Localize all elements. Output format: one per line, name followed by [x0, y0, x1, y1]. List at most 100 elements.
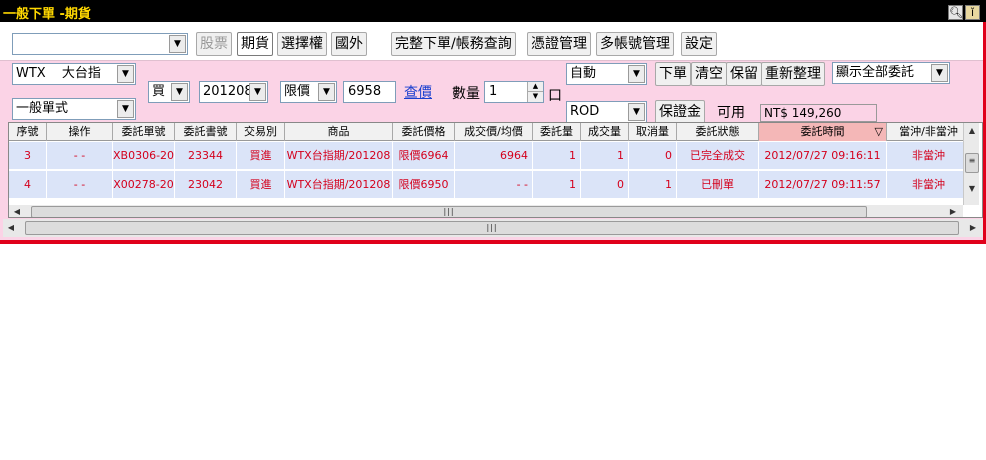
chevron-down-icon: ▼ [931, 64, 948, 82]
product-select[interactable]: WTX 大台指 ▼ [12, 63, 136, 85]
rearrange-button[interactable]: 重新整理 [761, 62, 825, 86]
time-in-force-value: ROD [570, 104, 600, 119]
header-col-fill-price[interactable]: 成交價/均價 [455, 123, 533, 141]
table-row[interactable]: 3- - XB0306-20 23344 買進 WTX台指期/201208 限價6964 6… [9, 142, 971, 170]
header-col-status[interactable]: 委託狀態 [677, 123, 759, 141]
header-col-book-no[interactable]: 委託書號 [175, 123, 237, 141]
cell-order-time: 2012/07/27 09:11:57 [759, 171, 887, 199]
info-icon[interactable]: ǐ [965, 5, 980, 20]
scroll-left-icon[interactable]: ◀ [9, 204, 25, 217]
table-row[interactable]: 4- - X00278-20 23042 買進 WTX台指期/201208 限價6950-… [9, 171, 971, 199]
header-label: 商品 [327, 125, 350, 138]
grid-vertical-scrollbar[interactable]: ▲ ≡ ▼ [963, 123, 979, 205]
cell-fill-qty: 1 [581, 142, 629, 170]
cell-cancel-qty: 0 [629, 142, 677, 170]
tab-options-button[interactable]: 選擇權 [277, 32, 327, 56]
spin-down-icon[interactable]: ▼ [527, 92, 543, 102]
mode-select[interactable]: 自動 ▼ [566, 63, 647, 85]
month-select[interactable]: 201208 ▼ [199, 81, 268, 103]
scroll-up-icon[interactable]: ▲ [964, 123, 980, 139]
header-label: 成交量 [588, 125, 621, 138]
header-label: 委託價格 [401, 125, 446, 138]
spin-up-icon[interactable]: ▲ [527, 82, 543, 92]
scroll-thumb[interactable]: ||| [25, 221, 959, 235]
order-filter-select[interactable]: 顯示全部委託 ▼ [832, 62, 950, 84]
cell-daytrade: 非當沖 [887, 142, 971, 170]
header-label: 交易別 [244, 125, 277, 138]
scroll-thumb[interactable]: ≡ [965, 153, 979, 173]
chevron-down-icon: ▼ [628, 103, 645, 121]
margin-button[interactable]: 保證金 [655, 100, 705, 124]
scroll-right-icon[interactable]: ▶ [945, 204, 961, 217]
order-filter-value: 顯示全部委託 [836, 65, 915, 80]
certificate-management-button[interactable]: 憑證管理 [527, 32, 591, 56]
header-col-order-time[interactable]: 委託時間 ▽ [759, 123, 887, 141]
side-value: 買 [152, 84, 166, 99]
header-col-index[interactable]: 序號 [9, 123, 47, 141]
header-col-cancel-qty[interactable]: 取消量 [629, 123, 677, 141]
price-input[interactable]: 6958 [343, 81, 396, 103]
full-order-query-button[interactable]: 完整下單/帳務查詢 [391, 32, 516, 56]
toolbar: ▼ 股票 期貨 選擇權 國外 完整下單/帳務查詢 憑證管理 多帳號管理 設定 [0, 22, 986, 61]
cell-status: 已完全成交 [677, 142, 759, 170]
grid-horizontal-scrollbar[interactable]: ◀ ||| ▶ [9, 204, 963, 217]
settings-button[interactable]: 設定 [681, 32, 717, 56]
order-type-select[interactable]: 一般單式 ▼ [12, 98, 136, 120]
order-grid: 序號 操作 委託單號 委託書號 交易別 商品 委託價格 成交價/均價 委託量 成交量 取消量 委託狀態… [8, 122, 983, 218]
header-col-daytrade[interactable]: 當沖/非當沖 [887, 123, 971, 141]
available-balance: NT$ 149,260 [760, 104, 877, 122]
order-type-value: 一般單式 [16, 101, 69, 116]
header-col-order-price[interactable]: 委託價格 [393, 123, 455, 141]
header-col-fill-qty[interactable]: 成交量 [581, 123, 629, 141]
header-label: 委託量 [540, 125, 573, 138]
cell-fill-qty: 0 [581, 171, 629, 199]
quantity-label: 數量 [452, 86, 480, 102]
quantity-value: 1 [489, 84, 498, 99]
multi-account-button[interactable]: 多帳號管理 [596, 32, 674, 56]
tab-futures-button[interactable]: 期貨 [237, 32, 273, 56]
header-label: 成交價/均價 [464, 125, 523, 138]
tab-foreign-button[interactable]: 國外 [331, 32, 367, 56]
cell-status: 已刪單 [677, 171, 759, 199]
keep-button[interactable]: 保留 [726, 62, 762, 86]
header-col-order-qty[interactable]: 委託量 [533, 123, 581, 141]
query-price-link[interactable]: 查價 [404, 82, 432, 104]
cell-action: - - [47, 142, 113, 170]
cell-order-no: X00278-20 [113, 171, 175, 199]
cell-index: 4 [9, 171, 47, 199]
place-order-button[interactable]: 下單 [655, 62, 691, 86]
scroll-down-icon[interactable]: ▼ [964, 181, 980, 197]
cell-order-no: XB0306-20 [113, 142, 175, 170]
scroll-thumb[interactable]: ||| [31, 206, 867, 217]
header-label: 當沖/非當沖 [899, 125, 958, 138]
month-value: 201208 [203, 84, 253, 99]
price-type-select[interactable]: 限價 ▼ [280, 81, 337, 103]
chevron-down-icon: ▼ [171, 83, 188, 101]
magnifier-icon[interactable]: 🔍︎ [948, 5, 963, 20]
clear-button[interactable]: 清空 [691, 62, 727, 86]
account-select[interactable]: ▼ [12, 33, 188, 55]
product-name: 大台指 [61, 66, 101, 81]
tab-stocks-button[interactable]: 股票 [196, 32, 232, 56]
cell-order-price: 限價6964 [393, 142, 455, 170]
header-col-trade-type[interactable]: 交易別 [237, 123, 285, 141]
header-label: 委託單號 [121, 125, 166, 138]
cell-action: - - [47, 171, 113, 199]
header-col-order-no[interactable]: 委託單號 [113, 123, 175, 141]
side-select[interactable]: 買 ▼ [148, 81, 190, 103]
time-in-force-select[interactable]: ROD ▼ [566, 101, 647, 123]
cell-product: WTX台指期/201208 [285, 142, 393, 170]
chevron-down-icon: ▼ [318, 83, 335, 101]
header-label: 委託狀態 [695, 125, 740, 138]
cell-index: 3 [9, 142, 47, 170]
header-col-product[interactable]: 商品 [285, 123, 393, 141]
grid-header: 序號 操作 委託單號 委託書號 交易別 商品 委託價格 成交價/均價 委託量 成交量 取消量 委託狀態… [9, 123, 971, 141]
scroll-left-icon[interactable]: ◀ [3, 220, 19, 236]
header-label: 序號 [16, 125, 39, 138]
header-col-action[interactable]: 操作 [47, 123, 113, 141]
scroll-right-icon[interactable]: ▶ [965, 220, 981, 236]
header-label: 委託時間 [800, 125, 845, 138]
chevron-down-icon: ▼ [117, 100, 134, 118]
window-horizontal-scrollbar[interactable]: ◀ ||| ▶ [3, 219, 983, 237]
quantity-stepper[interactable]: 1 ▲ ▼ [484, 81, 544, 103]
